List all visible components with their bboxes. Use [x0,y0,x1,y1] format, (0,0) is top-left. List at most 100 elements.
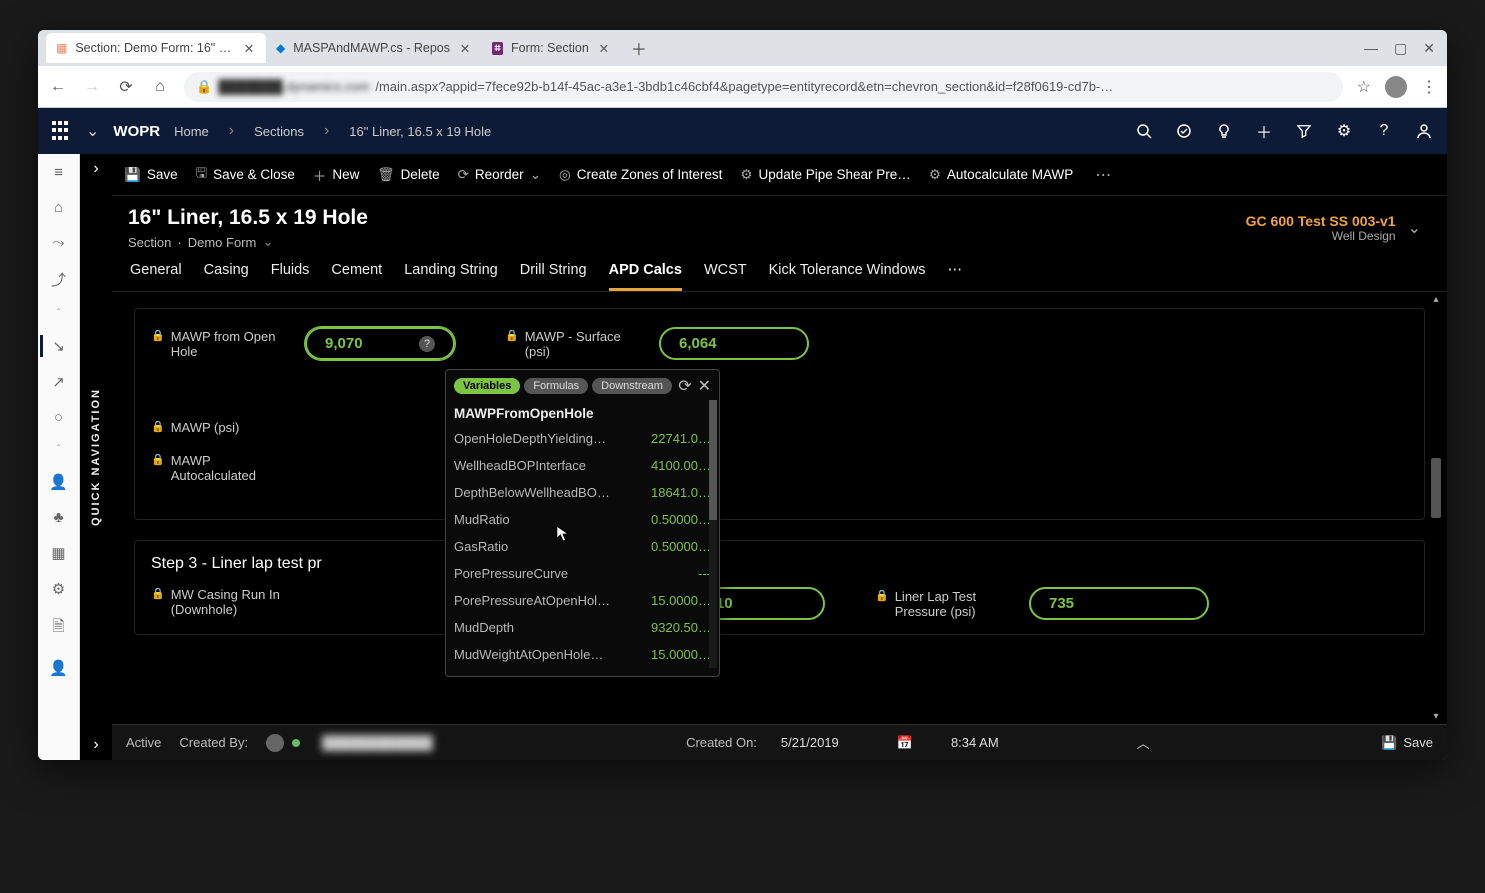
scroll-thumb[interactable] [1431,458,1441,518]
url-input[interactable]: 🔒 ███████.dynamics.com /main.aspx?appid=… [184,72,1343,102]
help-icon[interactable]: ? [1375,122,1393,140]
variable-row[interactable]: MudDepth9320.50… [454,614,711,641]
variable-row[interactable]: MudWeightAtOpenHole…15.0000… [454,641,711,668]
expand-icon[interactable]: › [93,736,98,754]
close-icon[interactable]: ✕ [597,41,611,55]
minimize-button[interactable]: — [1364,40,1378,56]
rail-user-icon[interactable]: 👤 [49,659,68,677]
variable-row[interactable]: OpenHoleDepthYielding…22741.0… [454,425,711,452]
chevron-down-icon[interactable]: ⌄ [262,234,273,250]
field-label: MAWP from Open Hole [171,329,291,359]
vertical-scrollbar[interactable]: ▴ ▾ [1431,298,1441,718]
refresh-icon[interactable]: ⟳ [678,376,691,396]
rail-doc-icon[interactable]: 🗎 [52,616,64,641]
maximize-button[interactable]: ▢ [1394,40,1407,57]
forward-icon[interactable]: → [82,78,102,96]
app-launcher-icon[interactable] [52,121,72,141]
popup-tab-downstream[interactable]: Downstream [592,378,672,394]
browser-tab[interactable]: ▦ Section: Demo Form: 16" Liner, 1… ✕ [46,33,266,63]
profile-icon[interactable] [1385,76,1407,98]
variable-row[interactable]: DepthBelowWellheadBO…18641.0… [454,479,711,506]
tab-fluids[interactable]: Fluids [271,262,310,291]
tab-wcst[interactable]: WCST [704,262,747,291]
tab-general[interactable]: General [130,262,182,291]
rail-circle-icon[interactable]: ○ [54,409,63,426]
more-tabs-icon[interactable]: ⋯ [948,262,963,291]
new-button[interactable]: ＋New [313,165,360,185]
tab-landing-string[interactable]: Landing String [404,262,498,291]
variable-row[interactable]: MudRatio0.50000… [454,506,711,533]
popup-tab-variables[interactable]: Variables [454,378,520,394]
variable-row[interactable]: WellheadBOPInterface4100.00… [454,452,711,479]
rail-trajectory-icon[interactable]: ⤳ [52,234,64,251]
rail-collapse-icon[interactable]: ˆ [57,308,60,319]
filter-icon[interactable] [1295,122,1313,140]
save-close-button[interactable]: 🖫Save & Close [196,163,295,186]
save-button[interactable]: 💾Save [124,167,178,183]
chevron-up-icon[interactable]: ︿ [1137,733,1150,752]
delete-button[interactable]: 🗑Delete [377,167,439,183]
popup-tab-formulas[interactable]: Formulas [524,378,588,394]
calendar-icon[interactable]: 📅 [897,735,913,751]
rail-menu-icon[interactable]: ≡ [54,164,63,181]
rail-home-icon[interactable]: ⌂ [54,199,63,216]
chevron-down-icon[interactable]: ⌄ [1408,218,1421,238]
search-icon[interactable] [1135,122,1153,140]
idea-icon[interactable] [1215,122,1233,140]
related-record-link[interactable]: GC 600 Test SS 003-v1 [1246,213,1396,229]
quick-nav-label: QUICK NAVIGATION [90,388,102,526]
form-selector[interactable]: Demo Form [188,235,257,250]
close-window-button[interactable]: ✕ [1423,40,1435,57]
rail-selected-icon[interactable]: ↘ [52,337,65,355]
lock-icon: 🔒 [151,329,165,359]
tab-casing[interactable]: Casing [204,262,249,291]
more-commands-icon[interactable]: ⋯ [1095,165,1111,185]
menu-icon[interactable]: ⋮ [1421,77,1437,97]
scroll-up-icon[interactable]: ▴ [1431,294,1441,305]
task-icon[interactable] [1175,122,1193,140]
scroll-down-icon[interactable]: ▾ [1431,711,1441,722]
rail-collapse-icon[interactable]: ˆ [57,444,60,455]
reload-icon[interactable]: ⟳ [116,77,136,97]
add-icon[interactable]: ＋ [1255,122,1273,140]
close-icon[interactable]: ✕ [242,41,256,55]
footer-save-button[interactable]: 💾 Save [1381,735,1433,751]
update-pipe-button[interactable]: ⚙Update Pipe Shear Pre… [740,167,910,183]
breadcrumb-item[interactable]: Home [174,124,209,139]
variable-row[interactable]: PorePressureAtOpenHol…15.0000… [454,587,711,614]
bookmark-icon[interactable]: ☆ [1357,77,1371,97]
help-icon[interactable]: ? [419,336,435,352]
back-icon[interactable]: ← [48,78,68,96]
home-icon[interactable]: ⌂ [150,78,170,96]
browser-tab[interactable]: ⵌ Form: Section ✕ [482,33,621,63]
tab-kick-tolerance[interactable]: Kick Tolerance Windows [769,262,926,291]
rail-person-icon[interactable]: 👤 [49,473,68,491]
gear-icon[interactable]: ⚙ [1335,122,1353,140]
mawp-open-hole-field[interactable]: 9,070 ? [305,327,455,360]
tab-drill-string[interactable]: Drill String [520,262,587,291]
expand-icon[interactable]: › [93,160,98,178]
tab-apd-calcs[interactable]: APD Calcs [609,262,682,291]
reorder-button[interactable]: ⟳Reorder⌄ [458,167,541,183]
popup-scrollbar[interactable] [709,400,717,668]
tab-cement[interactable]: Cement [331,262,382,291]
breadcrumb-item[interactable]: Sections [254,124,304,139]
rail-org-icon[interactable]: ♣ [54,509,64,526]
close-icon[interactable]: ✕ [458,41,472,55]
close-icon[interactable]: ✕ [698,376,711,396]
new-tab-button[interactable]: ＋ [625,34,653,62]
save-close-icon: 🖫 [196,163,208,186]
rail-line-icon[interactable]: ↗ [52,373,65,391]
rail-wells-icon[interactable]: ⤴ [51,269,66,290]
chevron-down-icon[interactable]: ⌄ [86,121,99,141]
create-zones-button[interactable]: ◎Create Zones of Interest [559,167,722,183]
variable-row[interactable]: GasRatio0.50000… [454,533,711,560]
variable-row[interactable]: PorePressureCurve--- [454,560,711,587]
rail-grid-icon[interactable]: ▦ [51,544,65,562]
user-icon[interactable] [1415,122,1433,140]
liner-lap-field[interactable]: 735 [1029,587,1209,620]
rail-settings-icon[interactable]: ⚙ [52,580,65,598]
autocalc-button[interactable]: ⚙Autocalculate MAWP [929,167,1073,183]
browser-tab[interactable]: ◆ MASPAndMAWP.cs - Repos ✕ [266,33,482,63]
mawp-surface-field[interactable]: 6,064 [659,327,809,360]
